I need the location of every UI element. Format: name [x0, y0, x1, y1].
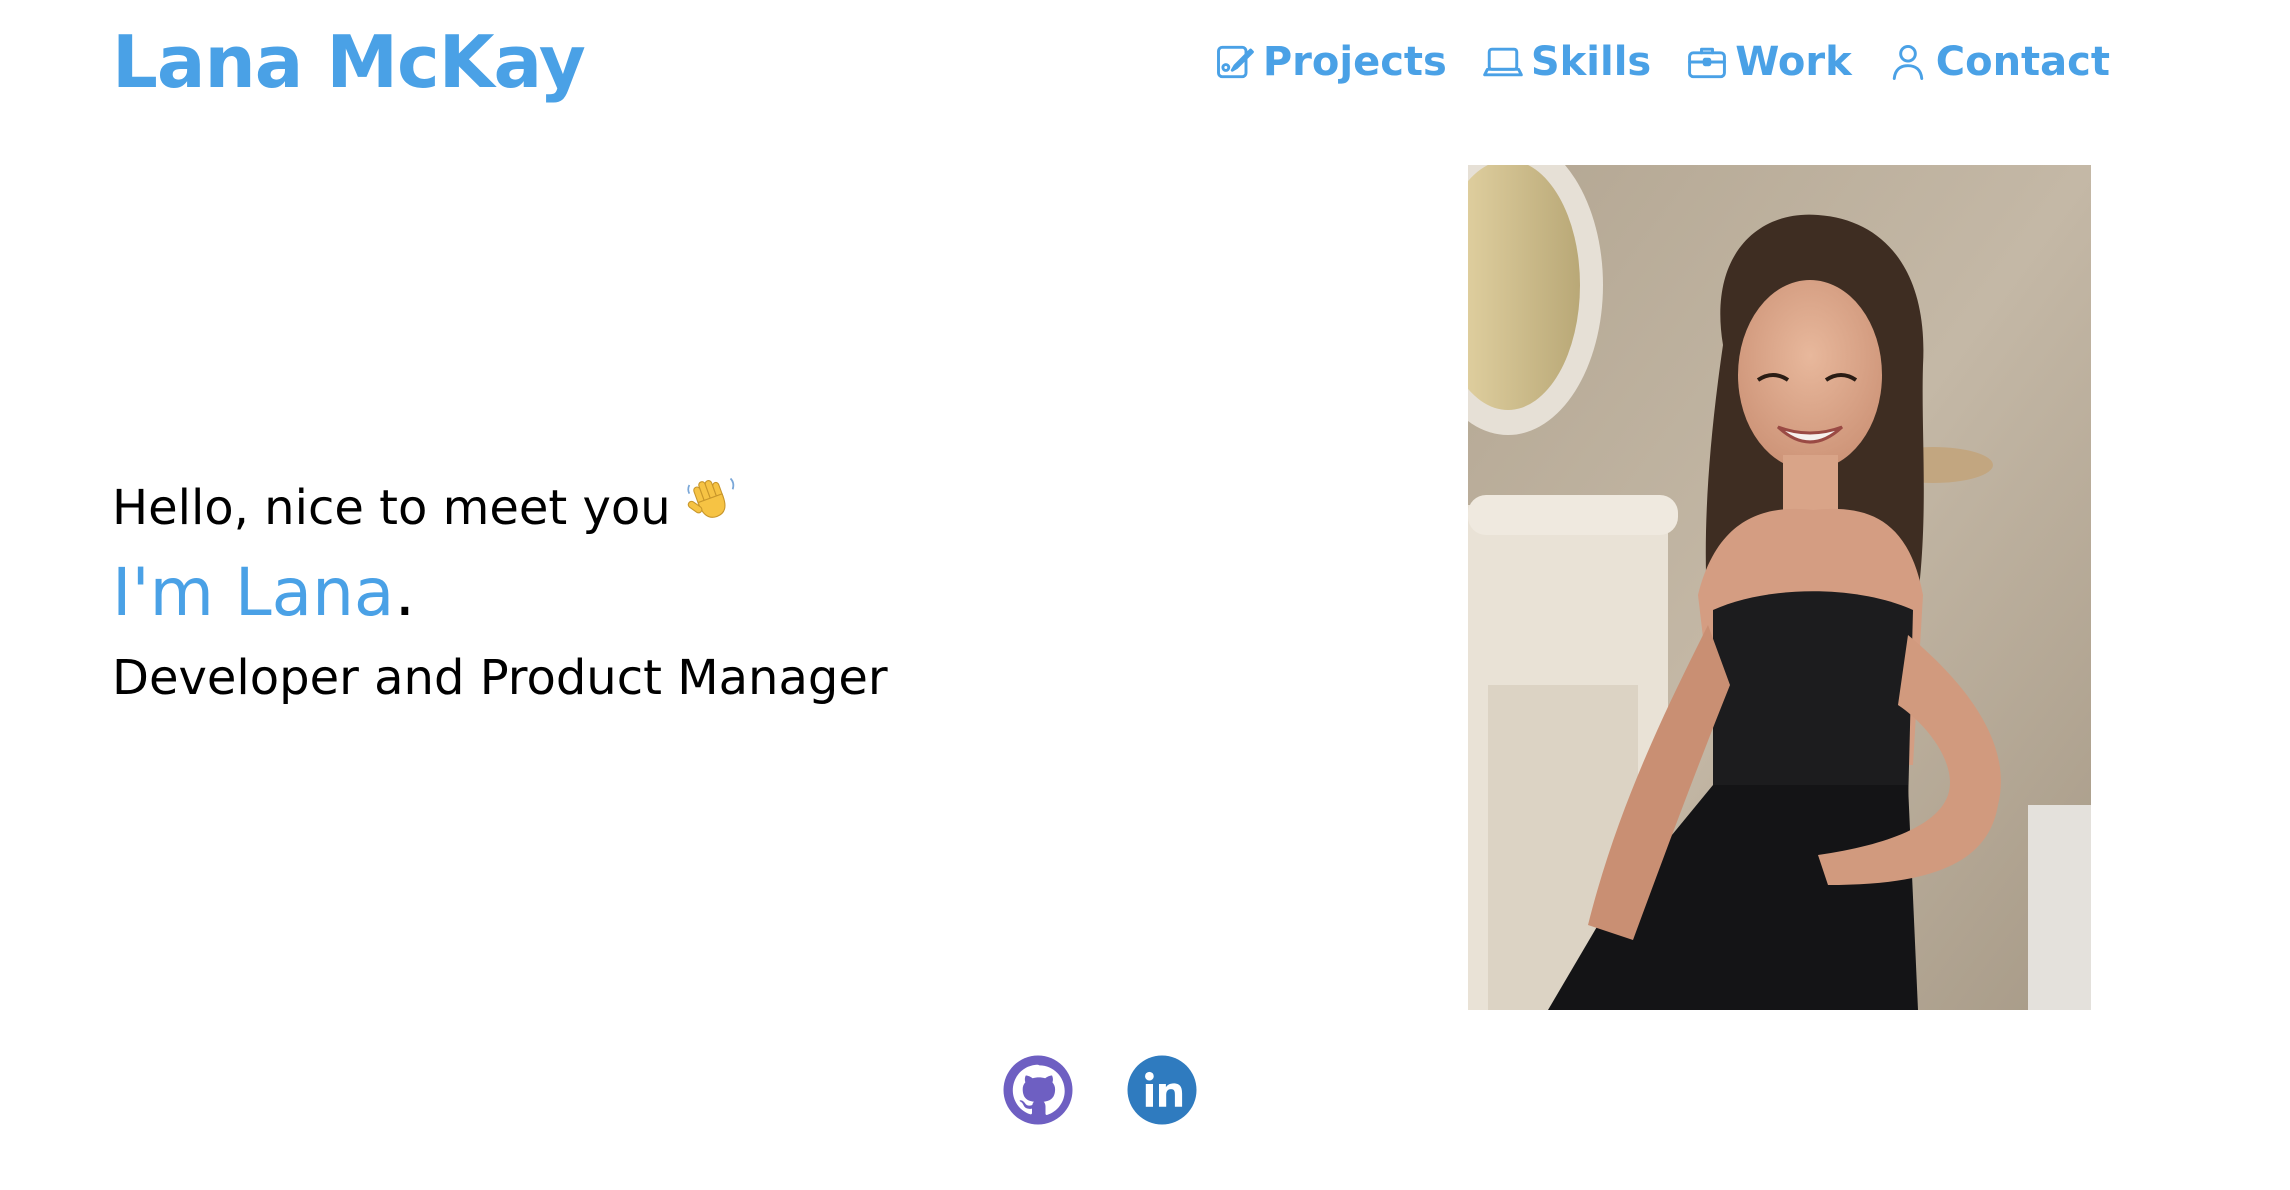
- intro-line: I'm Lana.: [112, 548, 1212, 638]
- briefcase-icon: [1688, 47, 1727, 79]
- edit-note-icon: [1216, 45, 1254, 79]
- site-name[interactable]: Lana McKay: [112, 12, 586, 112]
- nav-projects-label: Projects: [1262, 39, 1447, 85]
- nav-skills-label: Skills: [1530, 39, 1652, 85]
- main-nav: Projects Skills Work Contact: [1213, 30, 2110, 94]
- nav-contact[interactable]: Contact: [1886, 39, 2110, 85]
- role-text: Developer and Product Manager: [112, 650, 888, 706]
- intro-period: .: [394, 554, 416, 631]
- greeting-line: Hello, nice to meet you: [112, 468, 1212, 548]
- nav-work-label: Work: [1735, 39, 1852, 85]
- linkedin-link[interactable]: [1126, 1054, 1198, 1126]
- social-links: [1002, 1054, 1198, 1126]
- waving-hand-icon: [685, 468, 737, 548]
- portfolio-page: Lana McKay Projects Skills Work Contact …: [0, 0, 2290, 1190]
- nav-contact-label: Contact: [1935, 39, 2110, 85]
- nav-work[interactable]: Work: [1685, 39, 1852, 85]
- hero-text: Hello, nice to meet you I'm Lana. Develo…: [112, 468, 1212, 718]
- nav-skills[interactable]: Skills: [1481, 39, 1651, 85]
- person-icon: [1892, 44, 1923, 80]
- nav-projects[interactable]: Projects: [1213, 39, 1447, 85]
- laptop-icon: [1483, 47, 1523, 77]
- intro-name: I'm Lana: [112, 554, 395, 631]
- linkedin-icon: [1127, 1055, 1197, 1125]
- greeting-text: Hello, nice to meet you: [112, 480, 671, 536]
- github-icon: [1003, 1055, 1073, 1125]
- portrait-photo: [1468, 165, 2091, 1010]
- github-link[interactable]: [1002, 1054, 1074, 1126]
